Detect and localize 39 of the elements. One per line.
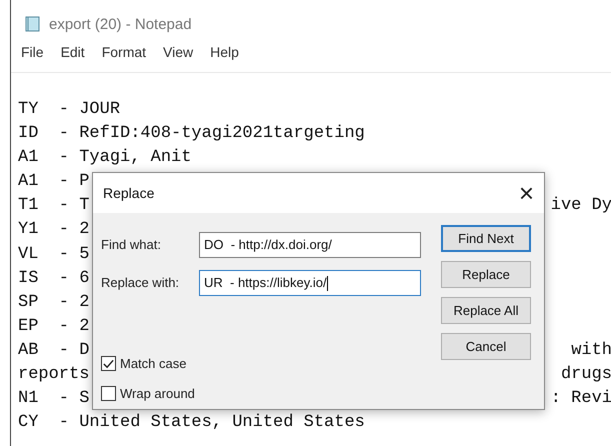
- dialog-button[interactable]: Replace: [441, 261, 531, 288]
- dialog-button[interactable]: Replace All: [441, 297, 531, 324]
- text-line: Y1 - 2: [18, 219, 90, 242]
- text-line: ID - RefID:408-tyagi2021targeting: [18, 123, 365, 146]
- text-line: A1 - P: [18, 171, 90, 194]
- field-label: Find what:: [101, 237, 162, 252]
- menu-item[interactable]: Format: [102, 44, 146, 72]
- input-field[interactable]: UR - https://libkey.io/: [199, 270, 421, 296]
- text-line: with: [571, 340, 611, 362]
- text-line: CY - United States, United States: [18, 412, 365, 434]
- close-button[interactable]: ×: [514, 180, 538, 206]
- menu-item[interactable]: Edit: [60, 44, 85, 72]
- menu-item[interactable]: View: [163, 44, 194, 72]
- checkbox[interactable]: [101, 356, 116, 371]
- window-title: export (20) - Notepad: [49, 16, 192, 32]
- text-line: A1 - Tyagi, Anit: [18, 147, 192, 170]
- menu-item[interactable]: Help: [210, 44, 239, 72]
- text-line: IS - 6: [18, 268, 90, 290]
- text-line: reports: [18, 364, 90, 386]
- text-line: AB - D: [18, 340, 90, 362]
- text-line: T1 - T: [18, 195, 90, 218]
- field-label: Replace with:: [101, 275, 180, 290]
- checkbox[interactable]: [101, 386, 116, 401]
- dialog-button[interactable]: Find Next: [441, 225, 531, 252]
- text-line: drugs: [560, 364, 611, 386]
- text-line: TY - JOUR: [18, 99, 120, 121]
- notepad-icon: [23, 15, 41, 33]
- text-line: VL - 5: [18, 244, 90, 266]
- text-line: N1 - S: [18, 388, 90, 410]
- text-line: EP - 2: [18, 316, 90, 338]
- dialog-title: Replace: [103, 185, 154, 201]
- text-cursor: [326, 276, 328, 291]
- dialog-button[interactable]: Cancel: [441, 333, 531, 360]
- checkbox-label: Match case: [120, 356, 186, 371]
- checkbox-label: Wrap around: [120, 386, 195, 401]
- text-line: : Revi: [550, 388, 611, 410]
- menu-item[interactable]: File: [21, 44, 44, 72]
- input-field[interactable]: DO - http://dx.doi.org/: [199, 232, 421, 258]
- text-line: SP - 2: [18, 292, 90, 314]
